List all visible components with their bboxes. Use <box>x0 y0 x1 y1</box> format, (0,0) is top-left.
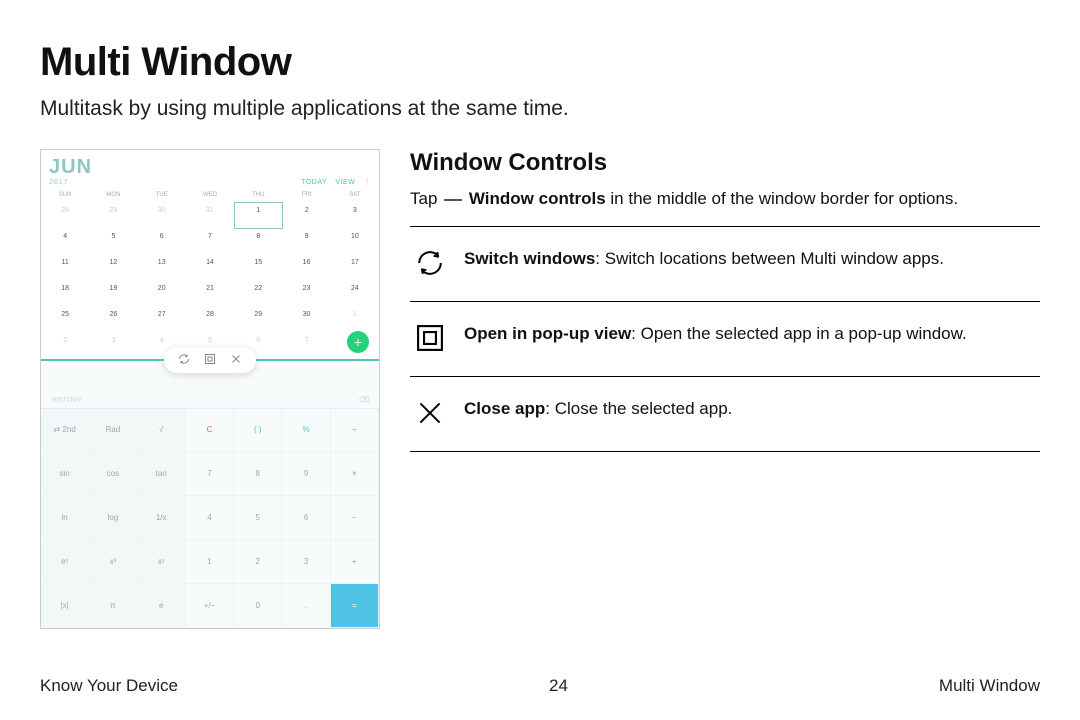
window-controls-pill <box>164 347 256 373</box>
section-heading: Window Controls <box>410 149 1040 177</box>
calendar-add-fab: + <box>347 331 369 353</box>
device-screenshot: JUN 2017 TODAY VIEW ⋮ SUNMONTUEWEDTHUFRI… <box>40 149 380 629</box>
control-desc: : Open the selected app in a pop-up wind… <box>631 324 967 343</box>
popup-view-icon <box>410 318 450 358</box>
control-label: Switch windows <box>464 249 595 268</box>
divider <box>410 376 1040 377</box>
window-controls-handle-icon <box>444 199 462 201</box>
page-title: Multi Window <box>40 40 1040 85</box>
divider <box>410 226 1040 227</box>
window-divider <box>41 359 379 361</box>
control-desc: : Switch locations between Multi window … <box>595 249 944 268</box>
close-icon <box>410 393 450 433</box>
footer-right: Multi Window <box>939 676 1040 696</box>
page-subtitle: Multitask by using multiple applications… <box>40 97 1040 121</box>
control-label: Close app <box>464 399 545 418</box>
control-popup-view: Open in pop-up view: Open the selected a… <box>410 316 1040 362</box>
calendar-year: 2017 <box>49 179 92 186</box>
intro-text: Tap Window controls in the middle of the… <box>410 187 1040 212</box>
switch-windows-icon <box>410 243 450 283</box>
close-icon <box>230 353 242 367</box>
calendar-month: JUN <box>49 156 92 178</box>
divider <box>410 301 1040 302</box>
divider <box>410 451 1040 452</box>
calendar-actions: TODAY VIEW ⋮ <box>295 177 371 186</box>
control-desc: : Close the selected app. <box>545 399 732 418</box>
page-footer: Know Your Device 24 Multi Window <box>40 676 1040 696</box>
calculator-app: HISTORY ⌫ ⇄ 2ndRad√C( )%÷sincostan789×ln… <box>41 361 379 629</box>
control-switch-windows: Switch windows: Switch locations between… <box>410 241 1040 287</box>
popup-view-icon <box>204 353 216 367</box>
calendar-grid: SUNMONTUEWEDTHUFRISAT 282930311234567891… <box>41 188 379 359</box>
footer-page-number: 24 <box>549 676 568 696</box>
control-label: Open in pop-up view <box>464 324 631 343</box>
control-close-app: Close app: Close the selected app. <box>410 391 1040 437</box>
footer-left: Know Your Device <box>40 676 178 696</box>
switch-windows-icon <box>178 353 190 367</box>
